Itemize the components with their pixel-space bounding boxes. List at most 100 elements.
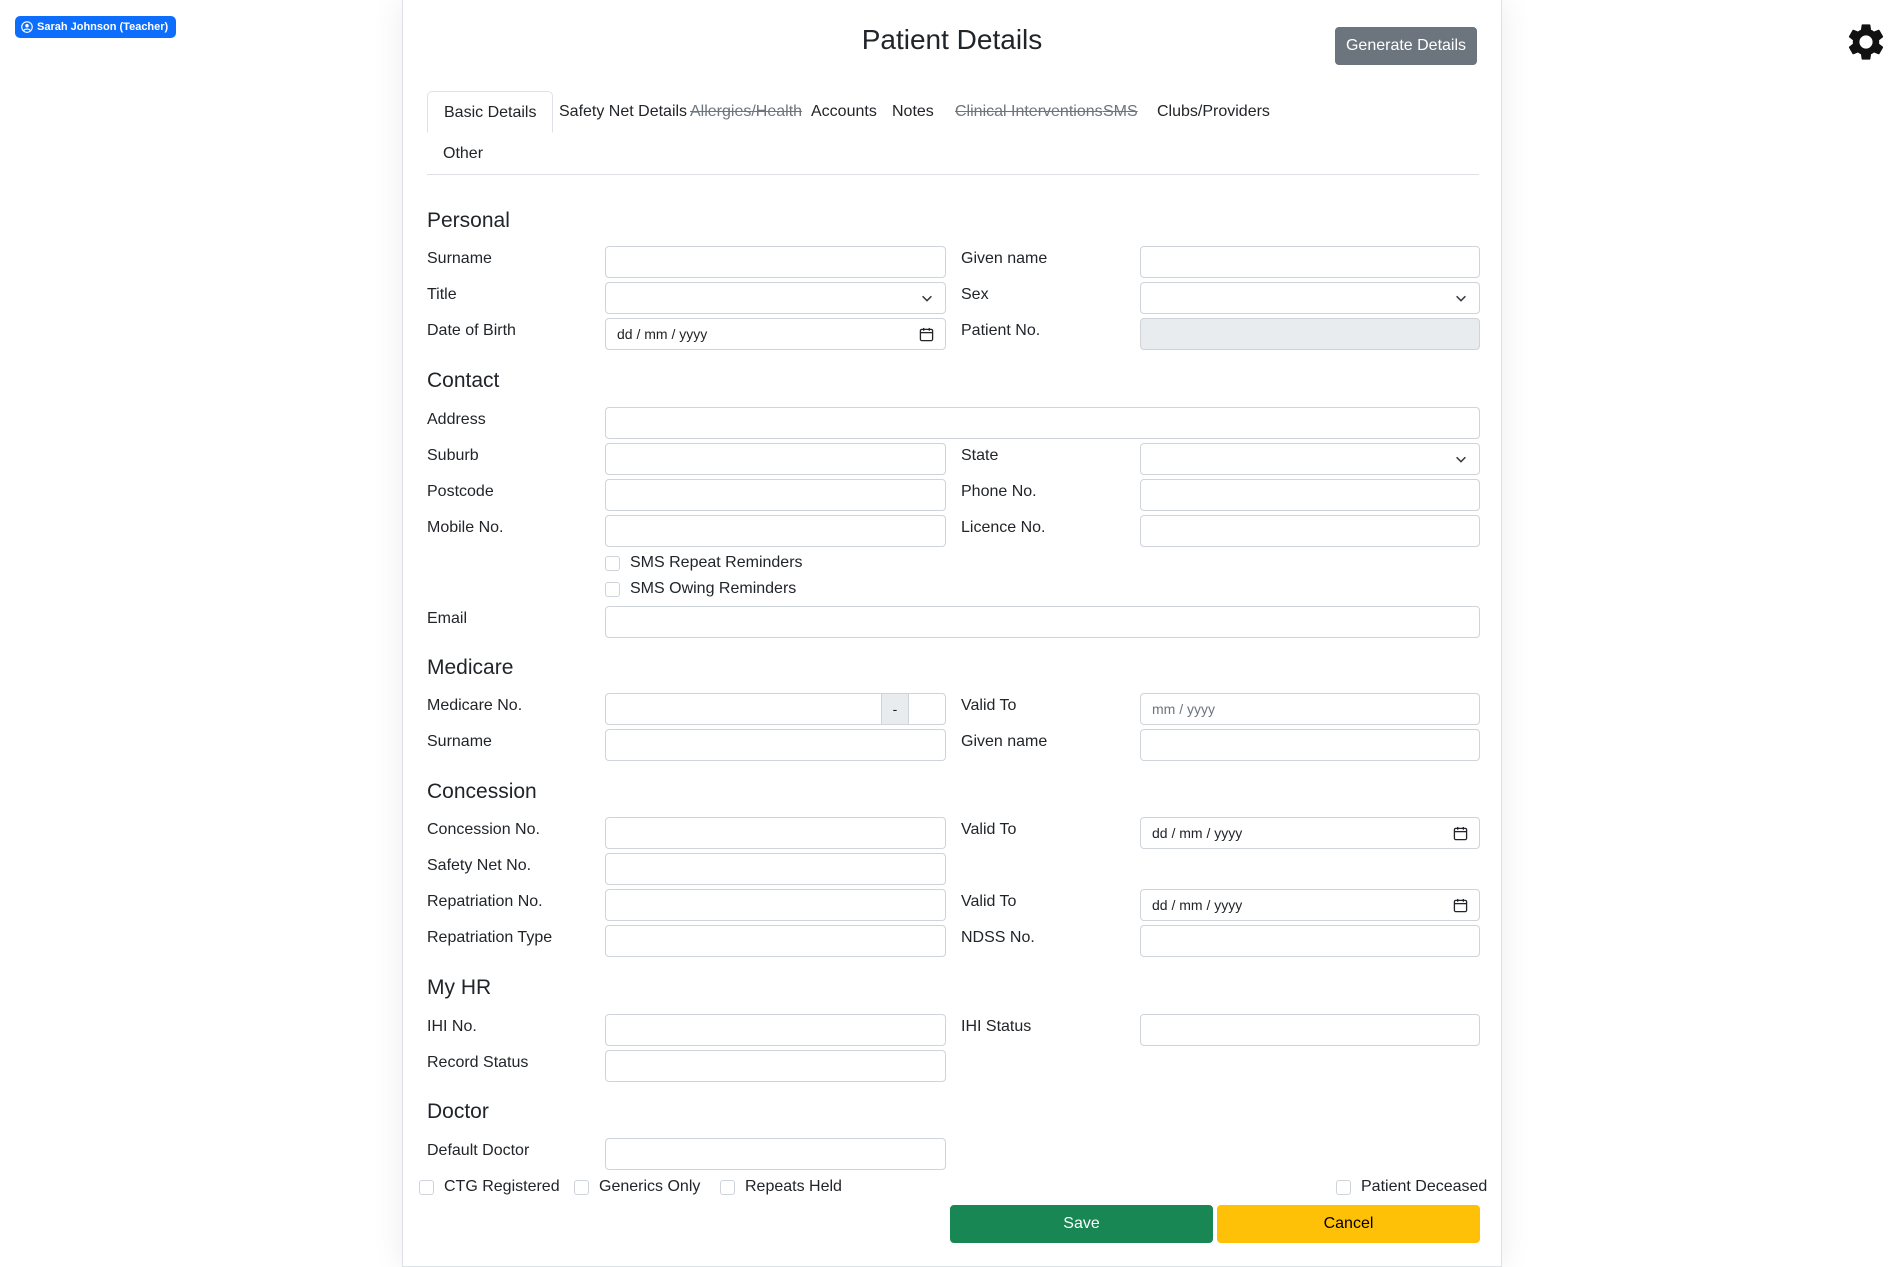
concession-no-label: Concession No.	[427, 821, 540, 838]
user-badge[interactable]: Sarah Johnson (Teacher)	[15, 16, 177, 38]
repeats-held-label: Repeats Held	[745, 1178, 842, 1195]
safety-net-no-input[interactable]	[605, 853, 946, 885]
given-name-input[interactable]	[1140, 246, 1480, 278]
checkbox-box[interactable]	[605, 581, 620, 597]
section-personal: Personal	[427, 209, 510, 232]
medicare-separator: -	[882, 693, 908, 725]
calendar-icon[interactable]	[919, 327, 934, 342]
medicare-surname-label: Surname	[427, 733, 492, 750]
dob-input[interactable]: dd / mm / yyyy	[605, 318, 946, 350]
state-select[interactable]	[1140, 443, 1480, 475]
mobile-no-label: Mobile No.	[427, 519, 504, 536]
sms-owing-reminders-label: SMS Owing Reminders	[630, 580, 797, 597]
phone-no-input[interactable]	[1140, 479, 1480, 511]
ihi-status-label: IHI Status	[961, 1018, 1032, 1035]
chevron-down-icon	[922, 295, 932, 302]
medicare-irn-input[interactable]	[908, 693, 946, 725]
ndss-no-label: NDSS No.	[961, 929, 1035, 946]
address-input[interactable]	[605, 407, 1480, 439]
repatriation-valid-to-input[interactable]: dd / mm / yyyy	[1140, 889, 1480, 921]
repatriation-valid-to-label: Valid To	[961, 893, 1017, 910]
medicare-given-name-label: Given name	[961, 733, 1048, 750]
gear-icon[interactable]	[1844, 20, 1888, 64]
calendar-icon[interactable]	[1453, 826, 1468, 841]
suburb-label: Suburb	[427, 447, 479, 464]
checkbox-box[interactable]	[574, 1179, 589, 1195]
save-button[interactable]: Save	[950, 1205, 1213, 1243]
concession-no-input[interactable]	[605, 817, 946, 849]
mobile-no-input[interactable]	[605, 515, 946, 547]
tab-basic-details[interactable]: Basic Details	[427, 91, 554, 133]
postcode-label: Postcode	[427, 483, 494, 500]
patient-deceased-label: Patient Deceased	[1361, 1178, 1488, 1195]
tab-other[interactable]: Other	[427, 133, 499, 175]
ndss-no-input[interactable]	[1140, 925, 1480, 957]
dob-label: Date of Birth	[427, 322, 516, 339]
chevron-down-icon	[1456, 456, 1466, 463]
safety-net-no-label: Safety Net No.	[427, 857, 532, 874]
generics-only-checkbox[interactable]: Generics Only	[574, 1178, 700, 1196]
record-status-label: Record Status	[427, 1054, 529, 1071]
sms-repeat-reminders-checkbox[interactable]: SMS Repeat Reminders	[605, 554, 803, 572]
default-doctor-input[interactable]	[605, 1138, 946, 1170]
tab-clubs-providers[interactable]: Clubs/Providers	[1141, 91, 1286, 133]
repeats-held-checkbox[interactable]: Repeats Held	[720, 1178, 842, 1196]
medicare-given-name-input[interactable]	[1140, 729, 1480, 761]
section-doctor: Doctor	[427, 1100, 489, 1123]
surname-input[interactable]	[605, 246, 946, 278]
cancel-button[interactable]: Cancel	[1217, 1205, 1480, 1243]
title-select[interactable]	[605, 282, 946, 314]
suburb-input[interactable]	[605, 443, 946, 475]
ctg-registered-label: CTG Registered	[444, 1178, 560, 1195]
address-label: Address	[427, 411, 486, 428]
email-input[interactable]	[605, 606, 1480, 638]
given-name-label: Given name	[961, 250, 1048, 267]
repatriation-type-label: Repatriation Type	[427, 929, 553, 946]
ihi-no-label: IHI No.	[427, 1018, 477, 1035]
repatriation-valid-to-placeholder: dd / mm / yyyy	[1152, 897, 1243, 913]
repatriation-type-input[interactable]	[605, 925, 946, 957]
concession-valid-to-input[interactable]: dd / mm / yyyy	[1140, 817, 1480, 849]
patient-no-input	[1140, 318, 1480, 350]
ihi-no-input[interactable]	[605, 1014, 946, 1046]
ctg-registered-checkbox[interactable]: CTG Registered	[419, 1178, 560, 1196]
patient-deceased-checkbox[interactable]: Patient Deceased	[1336, 1178, 1487, 1196]
surname-label: Surname	[427, 250, 492, 267]
checkbox-box[interactable]	[419, 1179, 434, 1195]
sms-owing-reminders-checkbox[interactable]: SMS Owing Reminders	[605, 580, 796, 598]
dob-placeholder: dd / mm / yyyy	[617, 326, 708, 342]
ihi-status-input[interactable]	[1140, 1014, 1480, 1046]
tab-bar: Basic Details Safety Net Details Allergi…	[427, 91, 1479, 175]
concession-valid-to-placeholder: dd / mm / yyyy	[1152, 825, 1243, 841]
checkbox-box[interactable]	[605, 555, 620, 571]
medicare-surname-input[interactable]	[605, 729, 946, 761]
checkbox-box[interactable]	[1336, 1179, 1351, 1195]
generics-only-label: Generics Only	[599, 1178, 701, 1195]
repatriation-no-label: Repatriation No.	[427, 893, 543, 910]
phone-no-label: Phone No.	[961, 483, 1037, 500]
medicare-valid-to-label: Valid To	[961, 697, 1017, 714]
user-circle-icon	[21, 21, 33, 33]
calendar-icon[interactable]	[1453, 898, 1468, 913]
sex-select[interactable]	[1140, 282, 1480, 314]
medicare-no-label: Medicare No.	[427, 697, 523, 714]
email-label: Email	[427, 610, 468, 627]
medicare-valid-to-input[interactable]: mm / yyyy	[1140, 693, 1480, 725]
patient-no-label: Patient No.	[961, 322, 1041, 339]
patient-details-modal: Patient Details Generate Details Basic D…	[402, 0, 1502, 1267]
medicare-no-input[interactable]	[605, 693, 882, 725]
licence-no-input[interactable]	[1140, 515, 1480, 547]
section-contact: Contact	[427, 369, 500, 392]
user-badge-label: Sarah Johnson (Teacher)	[37, 21, 169, 33]
checkbox-box[interactable]	[720, 1179, 735, 1195]
licence-no-label: Licence No.	[961, 519, 1046, 536]
repatriation-no-input[interactable]	[605, 889, 946, 921]
chevron-down-icon	[1456, 295, 1466, 302]
sms-repeat-reminders-label: SMS Repeat Reminders	[630, 554, 803, 571]
state-label: State	[961, 447, 999, 464]
record-status-input[interactable]	[605, 1050, 946, 1082]
generate-details-button[interactable]: Generate Details	[1335, 27, 1477, 65]
medicare-valid-to-placeholder: mm / yyyy	[1152, 701, 1215, 717]
title-label: Title	[427, 286, 457, 303]
postcode-input[interactable]	[605, 479, 946, 511]
